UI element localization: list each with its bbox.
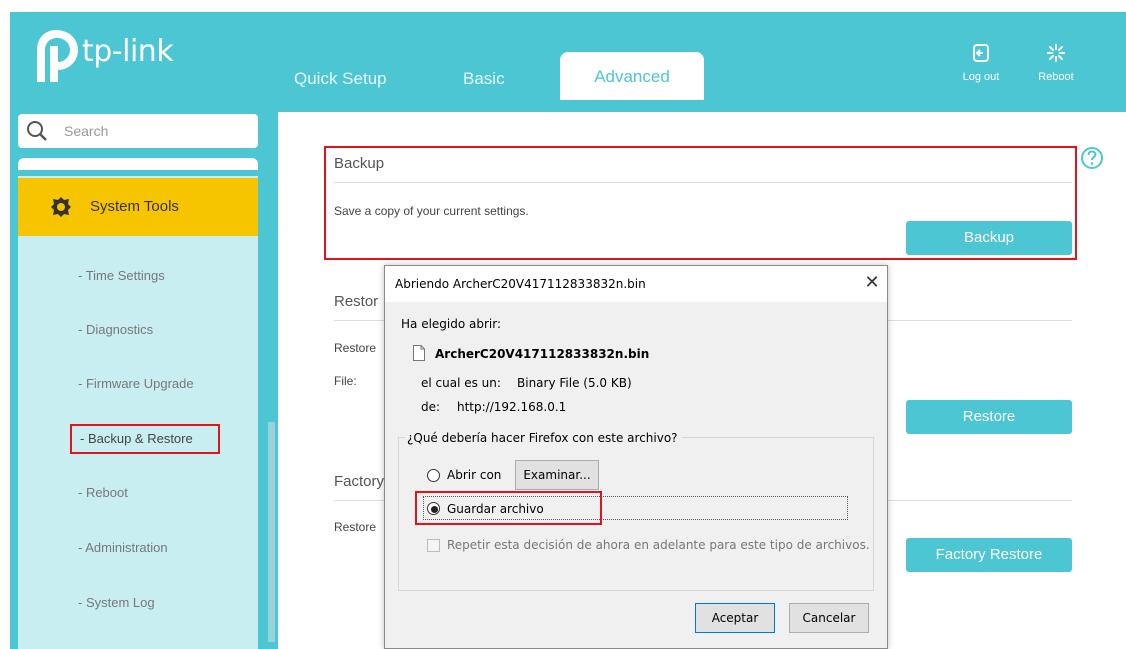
logout-label: Log out: [962, 71, 1000, 83]
sidebar-item-administration[interactable]: - Administration: [78, 540, 168, 555]
file-label: File:: [334, 374, 357, 388]
tab-basic[interactable]: Basic: [463, 68, 505, 114]
sidebar-item-reboot[interactable]: - Reboot: [78, 485, 128, 500]
sidebar-item-diagnostics[interactable]: - Diagnostics: [78, 322, 153, 337]
help-icon[interactable]: [1080, 146, 1104, 170]
dialog-title: Abriendo ArcherC20V417112833832n.bin: [395, 277, 646, 291]
type-value: Binary File (5.0 KB): [517, 376, 632, 390]
gear-icon: [51, 197, 71, 217]
factory-description: Restore: [334, 520, 377, 534]
system-tools-label: System Tools: [90, 198, 179, 215]
search-placeholder: Search: [64, 123, 109, 139]
menu-strip: [18, 158, 258, 170]
browse-button[interactable]: Examinar...: [515, 460, 599, 490]
sidebar-item-system-log[interactable]: - System Log: [78, 595, 155, 610]
dialog-titlebar[interactable]: Abriendo ArcherC20V417112833832n.bin ✕: [385, 266, 887, 302]
chosen-label: Ha elegido abrir:: [401, 317, 502, 331]
file-icon: [413, 345, 425, 361]
remember-label: Repetir esta decisión de ahora en adelan…: [447, 538, 870, 552]
remember-checkbox[interactable]: [427, 539, 440, 552]
backup-button[interactable]: Backup: [906, 221, 1072, 255]
divider: [334, 182, 1072, 183]
open-with-label[interactable]: Abrir con: [447, 468, 501, 482]
action-question: ¿Qué debería hacer Firefox con este arch…: [405, 431, 682, 445]
backup-description: Save a copy of your current settings.: [334, 204, 529, 218]
sidebar-item-time-settings[interactable]: - Time Settings: [78, 268, 165, 283]
download-dialog: Abriendo ArcherC20V417112833832n.bin ✕ H…: [384, 265, 888, 649]
from-value: http://192.168.0.1: [457, 400, 567, 414]
save-option-highlight: [415, 491, 602, 525]
sidebar-item-system-tools[interactable]: System Tools: [18, 178, 258, 236]
sidebar-item-firmware-upgrade[interactable]: - Firmware Upgrade: [78, 376, 194, 391]
dialog-filename: ArcherC20V417112833832n.bin: [435, 347, 650, 361]
search-icon: [27, 121, 47, 141]
tab-advanced[interactable]: Advanced: [560, 52, 704, 100]
search-input[interactable]: Search: [18, 114, 258, 148]
tab-quick-setup[interactable]: Quick Setup: [294, 68, 387, 114]
reboot-icon: [1047, 44, 1065, 62]
accept-button[interactable]: Aceptar: [695, 603, 775, 633]
cancel-button[interactable]: Cancelar: [789, 603, 869, 633]
reboot-top-button[interactable]: Reboot: [1026, 44, 1086, 83]
menu-panel: [18, 176, 258, 649]
logout-button[interactable]: Log out: [951, 44, 1011, 83]
tp-link-logo: tp-link: [32, 26, 182, 86]
restore-title: Restor: [334, 293, 379, 310]
close-icon[interactable]: ✕: [861, 272, 883, 294]
restore-button[interactable]: Restore: [906, 400, 1072, 434]
restore-description: Restore: [334, 341, 377, 355]
from-label: de:: [421, 400, 441, 414]
logout-icon: [973, 44, 989, 62]
backup-title: Backup: [334, 155, 385, 172]
sidebar-item-backup-restore[interactable]: - Backup & Restore: [70, 424, 220, 454]
open-with-radio[interactable]: [427, 469, 440, 482]
type-label: el cual es un:: [421, 376, 501, 390]
brand-name: tp-link: [82, 34, 174, 69]
reboot-top-label: Reboot: [1038, 71, 1074, 83]
factory-title: Factory: [334, 473, 385, 490]
factory-restore-button[interactable]: Factory Restore: [906, 538, 1072, 572]
sidebar-scrollbar[interactable]: [268, 422, 275, 642]
